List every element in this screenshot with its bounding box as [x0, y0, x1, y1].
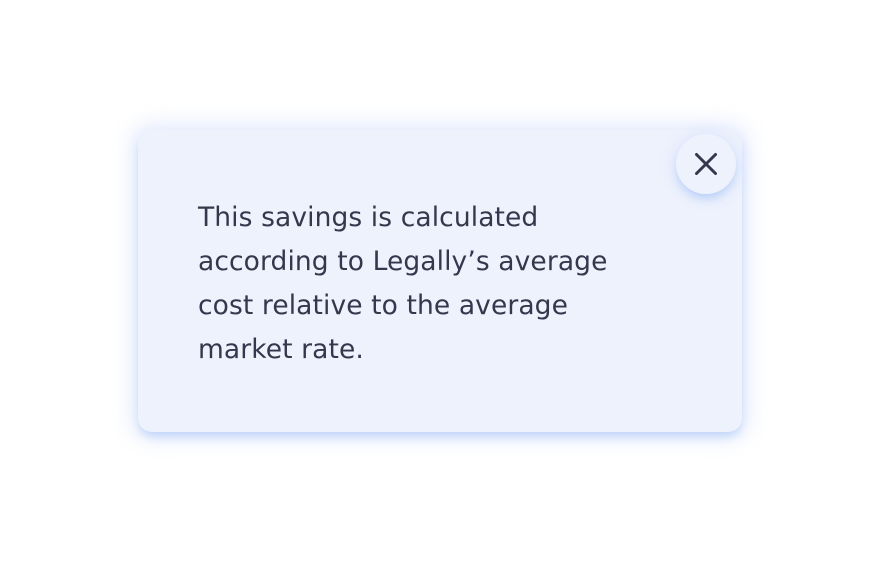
page: This savings is calculated according to … — [0, 0, 880, 562]
close-icon — [695, 153, 717, 175]
tooltip-message: This savings is calculated according to … — [198, 202, 608, 365]
close-button[interactable] — [676, 134, 736, 194]
savings-info-tooltip: This savings is calculated according to … — [138, 130, 742, 432]
